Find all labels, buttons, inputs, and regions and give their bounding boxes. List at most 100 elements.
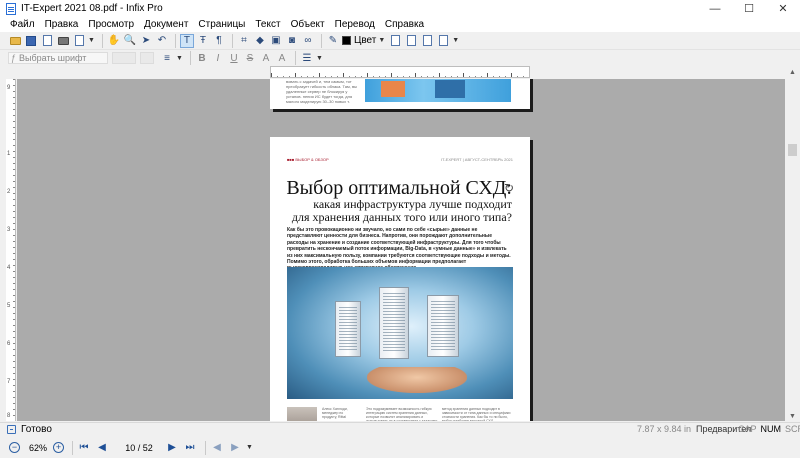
zoom-out-icon[interactable]: − bbox=[9, 442, 20, 453]
page-indicator[interactable]: 10 / 52 bbox=[117, 443, 161, 453]
pdf-page-previous[interactable]: вовать с задачей и, тем самым, тот преоб… bbox=[270, 79, 530, 109]
page-image[interactable] bbox=[365, 79, 511, 102]
page-text-block[interactable]: вовать с задачей и, тем самым, тот преоб… bbox=[286, 79, 361, 104]
close-button[interactable]: ✕ bbox=[766, 0, 800, 17]
menu-edit[interactable]: Правка bbox=[40, 17, 84, 32]
article-image[interactable] bbox=[287, 267, 513, 399]
menu-help[interactable]: Справка bbox=[380, 17, 429, 32]
open-file-icon[interactable] bbox=[8, 34, 22, 48]
object-tool-icon[interactable]: ◆ bbox=[253, 34, 267, 48]
previous-page-icon[interactable]: ◀ bbox=[95, 441, 109, 455]
eyedropper-icon[interactable]: ✎ bbox=[326, 34, 340, 48]
article-column[interactable]: метод хранения данных подходит в зависим… bbox=[442, 407, 514, 421]
link-tool-icon[interactable]: ∞ bbox=[301, 34, 315, 48]
undo-icon[interactable]: ↶ bbox=[155, 34, 169, 48]
font-scale-select[interactable] bbox=[140, 52, 154, 64]
menu-translate[interactable]: Перевод bbox=[330, 17, 380, 32]
last-page-icon[interactable]: ⏭ bbox=[183, 441, 197, 455]
maximize-button[interactable]: ☐ bbox=[732, 0, 766, 17]
menu-bar: Файл Правка Просмотр Документ Страницы Т… bbox=[0, 17, 800, 32]
underline-button[interactable]: U bbox=[227, 52, 241, 65]
menu-file[interactable]: Файл bbox=[5, 17, 40, 32]
align-left-icon[interactable]: ≡ bbox=[160, 51, 174, 65]
save-icon[interactable] bbox=[24, 34, 38, 48]
navigation-bar: − 62% + ⏮ ◀ 10 / 52 ▶ ⏭ ◀ ▶ ▼ bbox=[0, 437, 800, 458]
save-as-icon[interactable] bbox=[40, 34, 54, 48]
minimize-button[interactable]: — bbox=[698, 0, 732, 17]
bold-button[interactable]: B bbox=[195, 52, 209, 65]
replace-page-icon[interactable] bbox=[420, 34, 434, 48]
scroll-up-icon[interactable]: ▲ bbox=[785, 66, 800, 78]
scroll-down-icon[interactable]: ▼ bbox=[785, 410, 800, 422]
hand-tool-icon[interactable]: ✋ bbox=[107, 34, 121, 48]
zoom-level[interactable]: 62% bbox=[29, 443, 47, 453]
toolbar-separator bbox=[320, 33, 322, 48]
page-header-section: ■■■ ВЫБОР & ОБЗОР bbox=[287, 157, 329, 162]
delete-page-icon[interactable] bbox=[436, 34, 450, 48]
forward-view-icon[interactable]: ▶ bbox=[228, 441, 242, 455]
ruler-label: 8 bbox=[7, 413, 11, 419]
text-tool-icon[interactable]: T bbox=[179, 33, 194, 48]
line-style-dropdown-icon[interactable]: ▼ bbox=[316, 55, 323, 62]
first-page-icon[interactable]: ⏮ bbox=[77, 441, 91, 455]
author-photo[interactable] bbox=[287, 407, 317, 421]
keyboard-indicators: CAP NUM SCRL bbox=[738, 424, 800, 434]
page-setup-icon[interactable] bbox=[72, 34, 86, 48]
extract-page-icon[interactable] bbox=[404, 34, 418, 48]
text-edit-icon[interactable]: Ŧ bbox=[196, 34, 210, 48]
font-select[interactable]: ƒ Выбрать шрифт bbox=[8, 52, 108, 64]
next-page-icon[interactable]: ▶ bbox=[165, 441, 179, 455]
article-lead[interactable]: Как бы это провокационно ни звучало, но … bbox=[287, 227, 513, 272]
scrollbar-thumb[interactable] bbox=[788, 144, 797, 156]
vertical-scrollbar[interactable]: ▲ ▼ bbox=[785, 66, 800, 422]
text-flow-icon[interactable]: ¶ bbox=[212, 34, 226, 48]
crop-icon[interactable]: ⌗ bbox=[237, 34, 251, 48]
vertical-ruler[interactable]: 9 1 2 3 4 5 6 7 8 bbox=[6, 79, 16, 421]
document-canvas[interactable]: вовать с задачей и, тем самым, тот преоб… bbox=[17, 79, 785, 421]
pdf-page-current[interactable]: ■■■ ВЫБОР & ОБЗОР IT-EXPERT | АВГУСТ-СЕН… bbox=[270, 137, 530, 421]
history-dropdown-icon[interactable]: ▼ bbox=[246, 444, 253, 451]
article-title[interactable]: Выбор оптимальной СХД: bbox=[286, 177, 512, 199]
horizontal-ruler[interactable] bbox=[270, 66, 530, 78]
toolbar-separator bbox=[294, 51, 296, 65]
num-lock-indicator: NUM bbox=[760, 424, 782, 434]
zoom-tool-icon[interactable]: 🔍 bbox=[123, 34, 137, 48]
font-size-select[interactable] bbox=[112, 52, 136, 64]
subscript-button[interactable]: A bbox=[275, 52, 289, 65]
pages-dropdown-icon[interactable]: ▼ bbox=[452, 37, 459, 44]
line-style-icon[interactable]: ☰ bbox=[300, 51, 314, 65]
ruler-major-ticks bbox=[271, 67, 529, 77]
color-picker[interactable]: Цвет bbox=[341, 35, 376, 46]
ruler-label: 5 bbox=[7, 303, 11, 309]
select-tool-icon[interactable]: ➤ bbox=[139, 34, 153, 48]
ruler-label: 2 bbox=[7, 189, 11, 195]
author-caption[interactable]: Алекс Ханлоди, менеджер по продукту, Rit… bbox=[322, 407, 358, 419]
rotate-icon[interactable]: ↻ bbox=[504, 181, 514, 195]
ruler-ticks bbox=[6, 79, 15, 421]
image-tool-icon[interactable]: ▣ bbox=[269, 34, 283, 48]
strikethrough-button[interactable]: S bbox=[243, 52, 257, 65]
insert-page-icon[interactable] bbox=[388, 34, 402, 48]
page-setup-dropdown-icon[interactable]: ▼ bbox=[88, 37, 95, 44]
superscript-button[interactable]: A bbox=[259, 52, 273, 65]
back-view-icon[interactable]: ◀ bbox=[210, 441, 224, 455]
status-icon bbox=[7, 425, 16, 434]
app-icon bbox=[6, 2, 16, 15]
toolbar-separator bbox=[174, 33, 176, 48]
window-controls: — ☐ ✕ bbox=[698, 0, 800, 17]
zoom-in-icon[interactable]: + bbox=[53, 442, 65, 453]
menu-view[interactable]: Просмотр bbox=[83, 17, 139, 32]
article-column[interactable]: Это подразумевает возможность гибкую инт… bbox=[366, 407, 438, 421]
menu-document[interactable]: Документ bbox=[139, 17, 193, 32]
article-subtitle[interactable]: какая инфраструктура лучше подходит для … bbox=[286, 198, 512, 224]
menu-text[interactable]: Текст bbox=[250, 17, 285, 32]
ruler-label: 1 bbox=[7, 151, 11, 157]
print-icon[interactable] bbox=[56, 34, 70, 48]
menu-object[interactable]: Объект bbox=[286, 17, 330, 32]
menu-pages[interactable]: Страницы bbox=[193, 17, 250, 32]
italic-button[interactable]: I bbox=[211, 52, 225, 65]
align-dropdown-icon[interactable]: ▼ bbox=[176, 55, 183, 62]
caps-lock-indicator: CAP bbox=[738, 424, 757, 434]
camera-icon[interactable]: ◙ bbox=[285, 34, 299, 48]
color-dropdown-icon[interactable]: ▼ bbox=[378, 37, 385, 44]
